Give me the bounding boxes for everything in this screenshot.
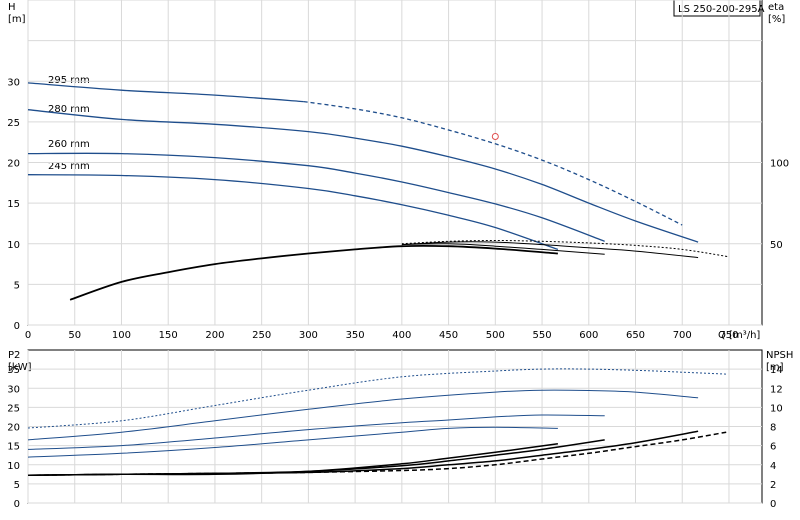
npsh-tick-label: 10	[770, 403, 783, 414]
x-tick-label: 150	[159, 330, 178, 341]
head-axis-unit: [m]	[8, 14, 26, 25]
x-tick-label: 100	[112, 330, 131, 341]
head-tick-label: 5	[14, 280, 20, 291]
head-tick-label: 0	[14, 321, 20, 332]
npsh-tick-label: 12	[770, 384, 783, 395]
x-tick-label: 550	[532, 330, 551, 341]
head-tick-label: 25	[7, 118, 20, 129]
power-curve-0	[27, 368, 727, 429]
x-tick-label: 500	[486, 330, 505, 341]
npsh-tick-label: 0	[770, 499, 776, 510]
x-tick-label: 600	[579, 330, 598, 341]
head-tick-label: 15	[7, 199, 20, 210]
npsh-tick-label: 4	[770, 461, 776, 472]
head-curve-0	[27, 82, 304, 103]
x-tick-label: 0	[25, 330, 31, 341]
power-tick-label: 35	[7, 365, 20, 376]
head-curve-2	[27, 152, 605, 242]
npsh-tick-label: 14	[770, 365, 783, 376]
power-tick-label: 30	[7, 384, 20, 395]
chart-title: LS 250-200-295A	[678, 4, 765, 15]
power-tick-label: 0	[14, 499, 20, 510]
npsh-tick-label: 2	[770, 480, 776, 491]
power-tick-label: 10	[7, 461, 20, 472]
npsh-tick-label: 6	[770, 442, 776, 453]
eta-axis-name: eta	[768, 2, 784, 13]
x-tick-label: 350	[346, 330, 365, 341]
x-tick-label: 750	[719, 330, 738, 341]
power-tick-label: 15	[7, 442, 20, 453]
efficiency-curve-0	[69, 244, 558, 301]
eta-axis-unit: [%]	[768, 14, 785, 25]
head-curve-0-extension	[303, 100, 683, 226]
power-curve-3	[27, 426, 558, 458]
x-tick-label: 200	[205, 330, 224, 341]
power-tick-label: 5	[14, 480, 20, 491]
x-tick-label: 400	[392, 330, 411, 341]
head-tick-label: 30	[7, 77, 20, 88]
power-axis-name: P2	[8, 350, 20, 361]
x-tick-label: 250	[252, 330, 271, 341]
x-tick-label: 300	[299, 330, 318, 341]
npsh-tick-label: 8	[770, 423, 776, 434]
efficiency-curve-3	[401, 239, 730, 258]
power-curve-2	[27, 414, 605, 450]
npsh-axis-name: NPSH	[766, 350, 793, 361]
npsh-curve-0	[27, 442, 559, 477]
x-tick-label: 650	[626, 330, 645, 341]
head-tick-label: 20	[7, 159, 20, 170]
npsh-curve-3	[27, 431, 727, 477]
head-tick-label: 10	[7, 240, 20, 251]
duty-point-marker	[491, 133, 499, 140]
x-tick-label: 700	[673, 330, 692, 341]
power-tick-label: 20	[7, 423, 20, 434]
power-tick-label: 25	[7, 403, 20, 414]
series-label-295: 295 mm	[48, 75, 90, 86]
x-tick-label: 50	[68, 330, 81, 341]
eta-tick-label: 50	[770, 240, 783, 251]
series-label-260: 260 mm	[48, 139, 90, 150]
head-curve-3	[27, 174, 559, 251]
plot-layer: 0 50 100 150 200 250 300 350 400 450 500 550 600 650 7…	[7, 0, 789, 510]
head-axis-name: H	[8, 2, 16, 13]
eta-tick-label: 100	[770, 159, 789, 170]
pump-performance-chart: LS 250-200-295A H [m] eta [%] Q [m³/h] P…	[7, 0, 793, 510]
series-label-280: 280 mm	[48, 104, 90, 115]
x-tick-label: 450	[439, 330, 458, 341]
power-curve-1	[27, 389, 699, 441]
